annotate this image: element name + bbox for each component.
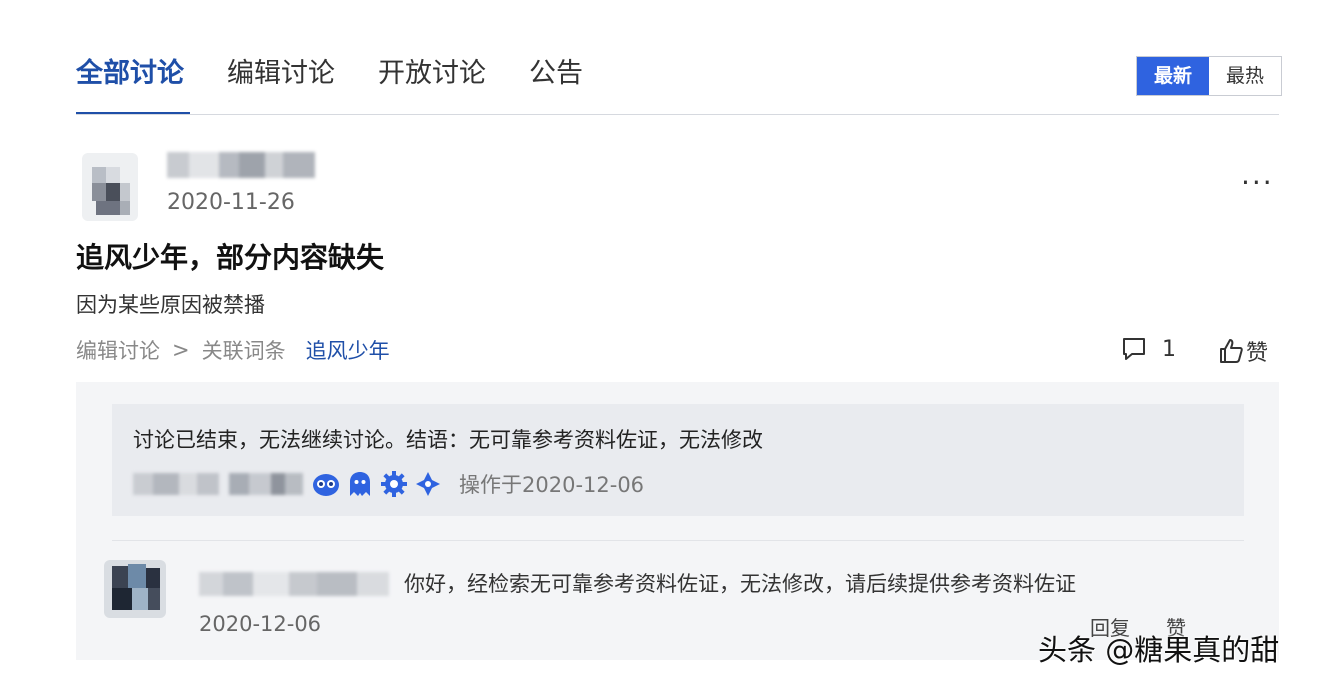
like-label: 赞: [1246, 341, 1269, 366]
operator-name-blurred-2[interactable]: [229, 473, 303, 495]
thumbs-up-icon: [1220, 339, 1243, 363]
sort-hottest-button[interactable]: 最热: [1209, 57, 1281, 95]
tabs-divider: [76, 114, 1279, 115]
post-body: 因为某些原因被禁播: [76, 293, 265, 317]
discussion-tabs: 全部讨论 编辑讨论 开放讨论 公告: [76, 54, 626, 94]
more-dots-icon[interactable]: ···: [1241, 166, 1274, 199]
tab-announcements[interactable]: 公告: [529, 54, 583, 94]
post-date: 2020-11-26: [167, 190, 295, 215]
breadcrumb-related-label: 关联词条: [201, 339, 286, 363]
username-blurred[interactable]: [167, 152, 315, 178]
reply-username-blurred[interactable]: [199, 572, 389, 596]
comment-count: 1: [1162, 336, 1176, 362]
sort-newest-button[interactable]: 最新: [1137, 57, 1209, 95]
reply-date: 2020-12-06: [199, 612, 322, 636]
tab-edit-discussions[interactable]: 编辑讨论: [227, 54, 335, 94]
gear-badge-icon: [379, 469, 409, 499]
bot-badge-icon: [311, 469, 341, 499]
reply-avatar[interactable]: [104, 560, 166, 618]
sort-toggle: 最新 最热: [1136, 56, 1282, 96]
tab-open-discussions[interactable]: 开放讨论: [378, 54, 486, 94]
spark-badge-icon: [413, 469, 443, 499]
operated-time: 操作于2020-12-06: [459, 473, 645, 497]
related-entry-link[interactable]: 追风少年: [306, 335, 390, 365]
breadcrumb: 编辑讨论 > 关联词条 追风少年: [76, 335, 390, 365]
reply-text: 你好，经检索无可靠参考资料佐证，无法修改，请后续提供参考资料佐证: [404, 572, 1076, 596]
operator-name-blurred[interactable]: [133, 473, 219, 495]
ghost-badge-icon: [345, 469, 375, 499]
operator-row: 操作于2020-12-06: [133, 468, 644, 500]
closed-notice-text: 讨论已结束，无法继续讨论。结语：无可靠参考资料佐证，无法修改: [133, 428, 763, 452]
breadcrumb-category[interactable]: 编辑讨论: [76, 335, 160, 365]
avatar[interactable]: [82, 153, 138, 221]
post-title: 追风少年，部分内容缺失: [76, 241, 385, 274]
chevron-right-icon: >: [172, 338, 190, 362]
comment-button[interactable]: 1: [1120, 335, 1176, 363]
reply-divider: [112, 540, 1244, 541]
watermark: 头条 @糖果真的甜: [1038, 633, 1280, 667]
tab-all-discussions[interactable]: 全部讨论: [76, 54, 184, 94]
speech-bubble-icon: [1123, 338, 1145, 360]
like-button[interactable]: 赞: [1218, 335, 1268, 367]
